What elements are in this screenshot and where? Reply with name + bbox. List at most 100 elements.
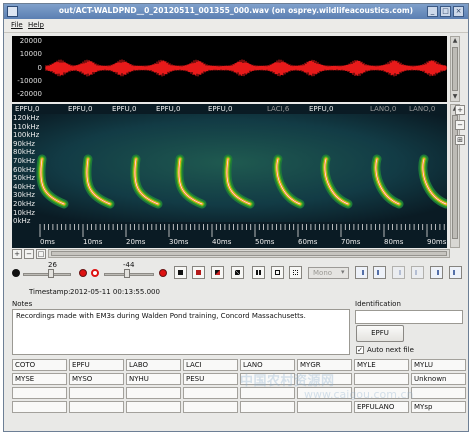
species-button-empty[interactable] — [126, 401, 181, 413]
prev-call-button[interactable] — [392, 266, 405, 279]
species-button-epfulano[interactable]: EPFULANO — [354, 401, 409, 413]
time-scrollbar[interactable] — [48, 249, 450, 258]
frequency-tick-label: 10kHz — [13, 208, 35, 217]
species-tag[interactable]: EPFU,0 — [156, 105, 180, 113]
species-button-empty[interactable] — [297, 401, 352, 413]
record-icon[interactable] — [79, 269, 87, 277]
species-tag[interactable]: LANO,0 — [370, 105, 396, 113]
auto-next-checkbox[interactable]: ✓ — [356, 346, 364, 354]
menu-help[interactable]: Help — [28, 21, 44, 29]
playback-level-slider[interactable] — [124, 269, 130, 278]
minimize-button[interactable]: _ — [427, 6, 438, 17]
record-button[interactable] — [192, 266, 205, 279]
zoom-out-time-button[interactable]: − — [24, 249, 34, 259]
title-bar: out/ACT-WALDPND__0_20120511_001355_000.w… — [4, 4, 468, 19]
record-level-track[interactable] — [23, 273, 71, 276]
first-file-button[interactable] — [355, 266, 368, 279]
close-button[interactable]: × — [453, 6, 464, 17]
species-button-laci[interactable]: LACI — [183, 359, 238, 371]
waveform-scrollbar[interactable]: ▲ ▼ — [450, 36, 460, 102]
species-tag[interactable]: EPFU,0 — [309, 105, 333, 113]
app-window: out/ACT-WALDPND__0_20120511_001355_000.w… — [3, 3, 469, 432]
scrollbar-thumb[interactable] — [51, 251, 447, 256]
record-icon[interactable] — [159, 269, 167, 277]
record-square-icon — [196, 270, 201, 275]
frequency-tick-label: 50kHz — [13, 174, 35, 183]
species-button-empty[interactable] — [69, 401, 124, 413]
next-file-button[interactable] — [430, 266, 443, 279]
species-button-empty[interactable] — [240, 401, 295, 413]
species-button-labo[interactable]: LABO — [126, 359, 181, 371]
zoom-in-time-button[interactable]: + — [12, 249, 22, 259]
waveform-panel[interactable]: 20000 10000 0 -10000 -20000 — [12, 36, 447, 102]
menu-file[interactable]: File — [11, 21, 23, 29]
time-tick-label: 10ms — [83, 238, 103, 246]
fit-freq-button[interactable]: ⊞ — [455, 135, 465, 145]
frequency-tick-label: 20kHz — [13, 200, 35, 208]
zoom-out-freq-button[interactable]: − — [455, 120, 465, 130]
settings-button[interactable] — [289, 266, 302, 279]
monitor-icon[interactable] — [91, 269, 99, 277]
species-button-empty[interactable] — [12, 401, 67, 413]
frequency-tick-label: 60kHz — [13, 165, 35, 174]
pause-icon — [256, 270, 261, 275]
time-tick-label: 40ms — [212, 238, 232, 246]
species-button-empty[interactable] — [183, 387, 238, 399]
species-tag[interactable]: EPFU,0 — [15, 105, 39, 113]
species-tag[interactable]: LACI,6 — [267, 105, 289, 113]
species-button-empty[interactable] — [126, 387, 181, 399]
frequency-tick-label: 100kHz — [13, 131, 40, 140]
loop-button[interactable] — [271, 266, 284, 279]
identification-label: Identification — [355, 300, 401, 308]
record-level-slider[interactable] — [48, 269, 54, 278]
record-indicator-icon — [12, 269, 20, 277]
stop-icon — [178, 270, 183, 275]
species-button-nyhu[interactable]: NYHU — [126, 373, 181, 385]
species-button-empty[interactable] — [12, 387, 67, 399]
spectrogram-image — [12, 114, 447, 248]
scrollbar-thumb[interactable] — [452, 47, 458, 91]
species-button-coto[interactable]: COTO — [12, 359, 67, 371]
record-level-value: 26 — [48, 261, 57, 269]
spectrogram-panel[interactable]: EPFU,0 EPFU,0 EPFU,0 EPFU,0 EPFU,0 LACI,6 EPFU… — [12, 104, 447, 248]
mark-button[interactable] — [211, 266, 224, 279]
scrollbar-thumb[interactable] — [452, 115, 458, 239]
species-button-epfu[interactable]: EPFU — [69, 359, 124, 371]
identification-button[interactable]: EPFU — [356, 325, 404, 342]
species-button-myso[interactable]: MYSO — [69, 373, 124, 385]
time-tick-label: 70ms — [341, 238, 361, 246]
species-button-unknown[interactable]: Unknown — [411, 373, 466, 385]
identification-input[interactable] — [355, 310, 463, 324]
pause-button[interactable] — [252, 266, 265, 279]
species-button-myse[interactable]: MYSE — [12, 373, 67, 385]
species-button-empty[interactable] — [183, 401, 238, 413]
species-button-mylu[interactable]: MYLU — [411, 359, 466, 371]
zoom-fit-button[interactable]: □ — [36, 249, 46, 259]
chevron-down-icon: ▾ — [341, 268, 345, 276]
notes-textarea[interactable]: Recordings made with EM3s during Walden … — [12, 309, 350, 355]
frequency-tick-label: 80kHz — [13, 148, 35, 157]
maximize-button[interactable]: □ — [440, 6, 451, 17]
species-button-mysp[interactable]: MYsp — [411, 401, 466, 413]
species-button-empty[interactable] — [69, 387, 124, 399]
stop-button[interactable] — [174, 266, 187, 279]
species-tag[interactable]: LANO,0 — [409, 105, 435, 113]
last-file-button[interactable] — [449, 266, 462, 279]
frequency-tick-label: 90kHz — [13, 139, 35, 148]
species-button-pesu[interactable]: PESU — [183, 373, 238, 385]
zoom-in-freq-button[interactable]: + — [455, 105, 465, 115]
species-button-empty[interactable] — [354, 373, 409, 385]
next-call-button[interactable] — [411, 266, 424, 279]
species-button-empty[interactable] — [411, 387, 466, 399]
species-tag[interactable]: EPFU,0 — [208, 105, 232, 113]
scroll-down-icon[interactable]: ▼ — [451, 93, 459, 101]
species-tag[interactable]: EPFU,0 — [112, 105, 136, 113]
species-tag[interactable]: EPFU,0 — [68, 105, 92, 113]
prev-file-button[interactable] — [373, 266, 386, 279]
time-tick-label: 50ms — [255, 238, 275, 246]
species-button-myle[interactable]: MYLE — [354, 359, 409, 371]
scroll-up-icon[interactable]: ▲ — [451, 37, 459, 45]
watermark-logo: 中国农村资源网 — [240, 374, 335, 389]
frequency-tick-label: 120kHz — [13, 114, 40, 122]
filter-button[interactable] — [231, 266, 244, 279]
